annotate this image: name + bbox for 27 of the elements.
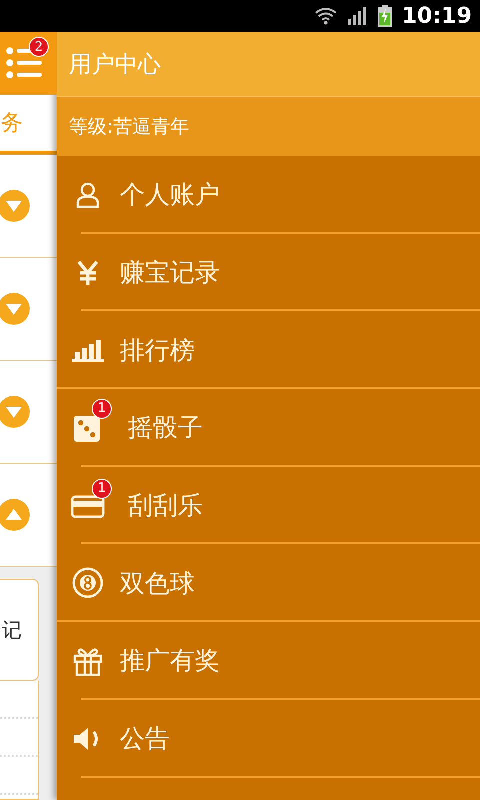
clock-time: 10:19 xyxy=(402,4,472,28)
user-level: 等级:苦逼青年 xyxy=(57,96,480,156)
person-icon xyxy=(74,180,102,209)
menu-item[interactable]: 赚宝记录 xyxy=(57,234,480,312)
notification-badge: 1 xyxy=(92,398,112,419)
signal-icon xyxy=(348,7,368,25)
menu-item[interactable]: 1 摇骰子 xyxy=(57,389,480,467)
bar-chart-icon xyxy=(72,338,104,362)
collapse-icon[interactable] xyxy=(0,498,31,532)
yen-icon xyxy=(76,260,100,286)
notification-badge: 1 xyxy=(92,478,112,499)
expand-icon[interactable] xyxy=(0,292,31,326)
menu-item[interactable]: 双色球 xyxy=(57,544,480,622)
billiard-ball-icon xyxy=(72,567,104,600)
expand-icon[interactable] xyxy=(0,189,31,223)
battery-icon xyxy=(378,5,392,27)
tab-label[interactable]: 务 xyxy=(1,108,23,138)
menu-item[interactable]: 推广有奖 xyxy=(57,622,480,700)
menu-item[interactable]: 排行榜 xyxy=(57,311,480,390)
menu-item[interactable]: 1 刮刮乐 xyxy=(57,466,480,544)
card-text: 记 xyxy=(2,616,22,644)
menu-item[interactable]: 公告 xyxy=(57,700,480,778)
drawer-title: 用户中心 xyxy=(57,32,480,96)
wifi-icon xyxy=(314,6,338,26)
menu-item[interactable]: 个人账户 xyxy=(57,156,480,234)
notification-badge: 2 xyxy=(29,37,49,57)
expand-icon[interactable] xyxy=(0,395,31,429)
